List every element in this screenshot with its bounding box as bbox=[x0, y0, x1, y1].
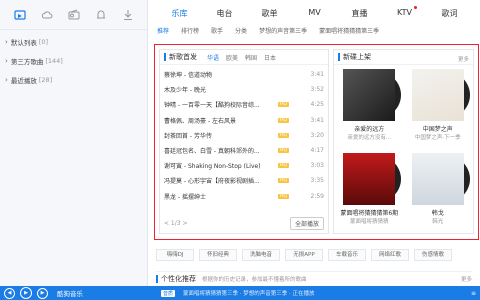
cloud-icon[interactable] bbox=[39, 7, 55, 23]
chevron-right-icon: › bbox=[5, 75, 8, 84]
chip-dj[interactable]: 嗨嗨DJ bbox=[156, 249, 194, 261]
hq-badge: HQ bbox=[278, 117, 289, 123]
new-songs-header: 新歌首发 华语 欧美 韩国 日本 bbox=[160, 50, 328, 65]
new-albums-title: 新碟上架 bbox=[343, 53, 371, 61]
now-playing-ticker: 蒙面唱将猜猜猜第三季 · 梦想的声音第三季 · 正在播放 bbox=[183, 291, 315, 297]
album-cover[interactable] bbox=[411, 69, 470, 121]
reco-hint: 根据你的历史记录，参加最不懂着所的歌曲 bbox=[202, 276, 307, 283]
chip-viral[interactable]: 网络红歌 bbox=[371, 249, 409, 261]
sidebar-item-default-list[interactable]: › 默认列表 [0] bbox=[0, 32, 147, 51]
play-all-button[interactable]: 全部播放 bbox=[289, 217, 324, 230]
tab-ktv-label: KTV bbox=[397, 8, 412, 17]
album-card[interactable]: 韩戈 韩光 bbox=[407, 153, 470, 231]
sidebar-item-label: 最近播放 bbox=[10, 76, 37, 85]
hq-badge: HQ bbox=[278, 178, 289, 184]
player-bar: ◀ ▶ ▶ 酷狗音乐 音质 蒙面唱将猜猜猜第三季 · 梦想的声音第三季 · 正在… bbox=[0, 286, 480, 300]
hq-badge: HQ bbox=[278, 193, 289, 199]
sidebar-item-count: [144] bbox=[45, 56, 63, 65]
chip-edm[interactable]: 洗脑电音 bbox=[242, 249, 280, 261]
playlist-icon[interactable]: ≡ bbox=[471, 290, 476, 297]
next-button[interactable]: ▶ bbox=[37, 287, 48, 299]
quality-badge[interactable]: 音质 bbox=[161, 289, 176, 297]
reco-more-link[interactable]: 更多 bbox=[461, 275, 472, 283]
tab-live[interactable]: 直播 bbox=[337, 8, 382, 19]
highlight-frame: 新歌首发 华语 欧美 韩国 日本 蔡徐坤 - 信道动物 3:41 木及少年 - 晚… bbox=[154, 44, 479, 240]
now-playing: 酷狗音乐 bbox=[57, 290, 83, 298]
page-indicator[interactable]: < 1/3 > bbox=[164, 220, 188, 227]
filter-japanese[interactable]: 日本 bbox=[264, 53, 276, 62]
more-link[interactable]: 更多 bbox=[458, 55, 469, 63]
sidebar-item-label: 第三方歌曲 bbox=[10, 57, 44, 66]
tab-lyrics[interactable]: 歌词 bbox=[427, 8, 472, 19]
sidebar-item-count: [28] bbox=[38, 75, 53, 84]
new-songs-panel: 新歌首发 华语 欧美 韩国 日本 蔡徐坤 - 信道动物 3:41 木及少年 - 晚… bbox=[159, 49, 329, 234]
hq-badge: HQ bbox=[278, 132, 289, 138]
new-albums-header: 新碟上架 bbox=[334, 50, 473, 65]
radio-icon[interactable] bbox=[66, 7, 82, 23]
hq-badge: HQ bbox=[278, 102, 289, 108]
sidebar-item-third-party[interactable]: › 第三方歌曲 [144] bbox=[0, 51, 147, 70]
notification-dot bbox=[414, 6, 417, 9]
chip-sad[interactable]: 伤感情歌 bbox=[414, 249, 452, 261]
sidebar-item-recent[interactable]: › 最近播放 [28] bbox=[0, 70, 147, 89]
new-albums-panel: 新碟上架 更多 亲爱的远方 亲爱的远方没有... 中国梦之声 中国梦之声·下一季… bbox=[333, 49, 474, 234]
sidebar: › 默认列表 [0] › 第三方歌曲 [144] › 最近播放 [28] bbox=[0, 0, 148, 286]
song-list: 蔡徐坤 - 信道动物 3:41 木及少年 - 晚光 3:52 钟晴 - 一百零一天【… bbox=[160, 65, 328, 206]
personal-reco-header: 个性化推荐 根据你的历史记录，参加最不懂着所的歌曲 更多 bbox=[156, 271, 472, 285]
album-card[interactable]: 亲爱的远方 亲爱的远方没有... bbox=[338, 69, 402, 147]
tab-playlists[interactable]: 歌单 bbox=[247, 8, 292, 19]
reco-title: 个性化推荐 bbox=[161, 274, 196, 283]
prev-button[interactable]: ◀ bbox=[4, 287, 15, 299]
sidebar-toolbar bbox=[0, 0, 147, 30]
new-songs-title: 新歌首发 bbox=[169, 53, 197, 61]
song-row[interactable]: 黑龙 - 摇摆绅士 HQ 2:59 bbox=[160, 189, 328, 204]
region-filters: 华语 欧美 韩国 日本 bbox=[207, 53, 276, 62]
chevron-right-icon: › bbox=[5, 37, 8, 46]
pagination: < 1/3 > 全部播放 bbox=[164, 217, 324, 230]
song-row[interactable]: 蔡徐坤 - 信道动物 3:41 bbox=[160, 67, 328, 82]
album-card[interactable]: 中国梦之声 中国梦之声·下一季 bbox=[407, 69, 470, 147]
tab-ktv[interactable]: KTV bbox=[382, 6, 427, 19]
main-content: 新歌首发 华语 欧美 韩国 日本 蔡徐坤 - 信道动物 3:41 木及少年 - 晚… bbox=[149, 34, 480, 286]
chevron-right-icon: › bbox=[5, 56, 8, 65]
music-library-icon[interactable] bbox=[12, 7, 28, 23]
download-icon[interactable] bbox=[120, 7, 136, 23]
main-tabs: 乐库 电台 歌单 MV 直播 KTV 歌词 bbox=[157, 6, 472, 19]
filter-western[interactable]: 欧美 bbox=[226, 53, 238, 62]
song-row[interactable]: 木及少年 - 晚光 3:52 bbox=[160, 82, 328, 97]
playlist-list: › 默认列表 [0] › 第三方歌曲 [144] › 最近播放 [28] bbox=[0, 30, 147, 89]
filter-chinese[interactable]: 华语 bbox=[207, 53, 219, 62]
hq-badge: HQ bbox=[278, 163, 289, 169]
hq-badge: HQ bbox=[278, 148, 289, 154]
top-nav: 乐库 电台 歌单 MV 直播 KTV 歌词 推荐 排行榜 歌手 分类 梦想的声音… bbox=[149, 0, 480, 35]
tab-music-library[interactable]: 乐库 bbox=[157, 8, 202, 19]
chip-car[interactable]: 车载音乐 bbox=[328, 249, 366, 261]
song-row[interactable]: 谢可寅 - Shaking Non-Stop (Live) HQ 3:03 bbox=[160, 158, 328, 173]
album-cover[interactable] bbox=[343, 153, 402, 205]
category-chips: 嗨嗨DJ 怀旧经典 洗脑电音 无损APP 车载音乐 网络红歌 伤感情歌 bbox=[156, 249, 452, 261]
chip-classic[interactable]: 怀旧经典 bbox=[199, 249, 237, 261]
song-row[interactable]: 钟晴 - 一百零一天【酷狗校际音综... HQ 4:25 bbox=[160, 97, 328, 112]
chip-lossless[interactable]: 无损APP bbox=[285, 249, 323, 261]
sidebar-item-label: 默认列表 bbox=[10, 38, 37, 47]
bell-icon[interactable] bbox=[93, 7, 109, 23]
album-grid: 亲爱的远方 亲爱的远方没有... 中国梦之声 中国梦之声·下一季 蒙面唱将猜猜猜… bbox=[338, 69, 470, 231]
song-row[interactable]: 封茶回首 - 芳华传 HQ 3:20 bbox=[160, 128, 328, 143]
album-card[interactable]: 蒙面唱将猜猜猜第6期 蒙面唱将猜猜猜 bbox=[338, 153, 402, 231]
tab-mv[interactable]: MV bbox=[292, 8, 337, 19]
song-row[interactable]: 喜廷冠包名、白雪 - 真朝科郊外的... HQ 4:17 bbox=[160, 143, 328, 158]
tab-radio[interactable]: 电台 bbox=[202, 8, 247, 19]
album-cover[interactable] bbox=[411, 153, 470, 205]
play-button[interactable]: ▶ bbox=[20, 287, 32, 299]
filter-korean[interactable]: 韩国 bbox=[245, 53, 257, 62]
album-cover[interactable] bbox=[343, 69, 402, 121]
song-row[interactable]: 冯提莫 - 心形宇宙【府夜影视剧插... HQ 3:35 bbox=[160, 173, 328, 188]
sidebar-item-count: [0] bbox=[38, 37, 49, 46]
song-row[interactable]: 曹格佩、周汤豪 - 左右风景 HQ 3:41 bbox=[160, 113, 328, 128]
